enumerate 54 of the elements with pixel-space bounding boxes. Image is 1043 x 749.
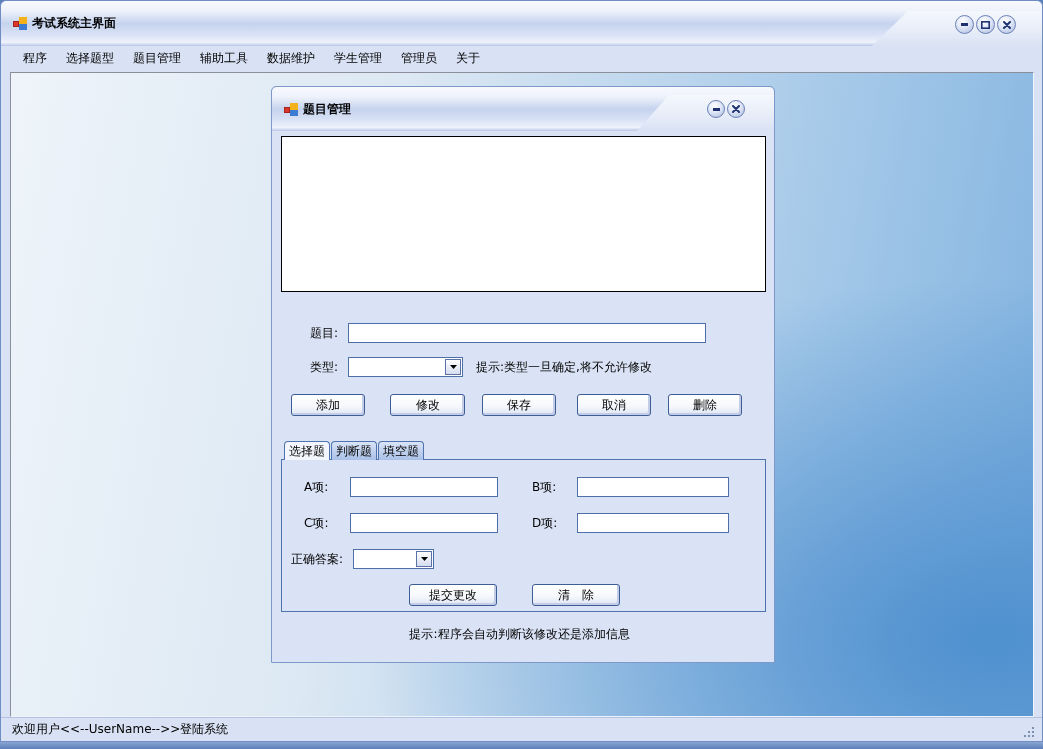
field-label: 类型: [310, 358, 340, 376]
action-button[interactable]: 取消 [577, 394, 651, 416]
hint-text: 提示:程序会自动判断该修改还是添加信息 [409, 626, 630, 643]
option-label: D项: [532, 514, 559, 532]
field-label: 题目: [310, 324, 340, 342]
tab[interactable]: 填空题 [378, 441, 424, 460]
maximize-button[interactable] [976, 15, 995, 34]
panel-button[interactable]: 清 除 [532, 584, 620, 606]
minimize-icon [712, 107, 720, 111]
minimize-button[interactable] [707, 100, 725, 118]
menu-item[interactable]: 辅助工具 [191, 48, 257, 68]
resize-grip-icon [1024, 727, 1034, 737]
menu-item[interactable]: 程序 [14, 48, 56, 68]
hint-text: 提示:类型一旦确定,将不允许修改 [476, 358, 652, 376]
option-input[interactable] [577, 513, 729, 533]
window-title: 考试系统主界面 [32, 15, 116, 32]
minimize-icon [961, 23, 968, 26]
action-button[interactable]: 添加 [291, 394, 365, 416]
maximize-icon [981, 20, 990, 29]
menu-item[interactable]: 选择题型 [57, 48, 123, 68]
panel-button[interactable]: 提交更改 [409, 584, 497, 606]
close-icon [1002, 20, 1011, 29]
option-input[interactable] [577, 477, 729, 497]
dropdown-button[interactable] [416, 551, 432, 567]
close-button[interactable] [997, 15, 1016, 34]
option-input[interactable] [350, 477, 498, 497]
window-icon [284, 102, 298, 116]
menu-item[interactable]: 学生管理 [325, 48, 391, 68]
option-label: C项: [304, 514, 330, 532]
option-label: A项: [304, 478, 330, 496]
minimize-button[interactable] [955, 15, 974, 34]
close-icon [732, 105, 740, 113]
menu-item[interactable]: 数据维护 [258, 48, 324, 68]
action-button[interactable]: 保存 [482, 394, 556, 416]
option-input[interactable] [350, 513, 498, 533]
tab[interactable]: 判断题 [331, 441, 377, 460]
caret-icon [449, 365, 457, 369]
tab[interactable]: 选择题 [284, 441, 330, 460]
dropdown-field[interactable] [353, 549, 434, 569]
menu-item[interactable]: 管理员 [392, 48, 446, 68]
caret-icon [420, 557, 428, 561]
menu-item[interactable]: 题目管理 [124, 48, 190, 68]
text-input[interactable] [348, 323, 706, 343]
window-icon [13, 17, 27, 30]
dropdown-button[interactable] [445, 359, 461, 375]
field-label: 正确答案: [291, 550, 345, 568]
status-text: 欢迎用户<<--UserName-->>登陆系统 [12, 721, 229, 738]
close-button[interactable] [727, 100, 745, 118]
action-button[interactable]: 修改 [390, 394, 465, 416]
dropdown-field[interactable] [348, 357, 463, 377]
menu-item[interactable]: 关于 [447, 48, 489, 68]
action-button[interactable]: 删除 [668, 394, 742, 416]
dialog-title: 题目管理 [303, 100, 351, 118]
option-label: B项: [532, 478, 558, 496]
